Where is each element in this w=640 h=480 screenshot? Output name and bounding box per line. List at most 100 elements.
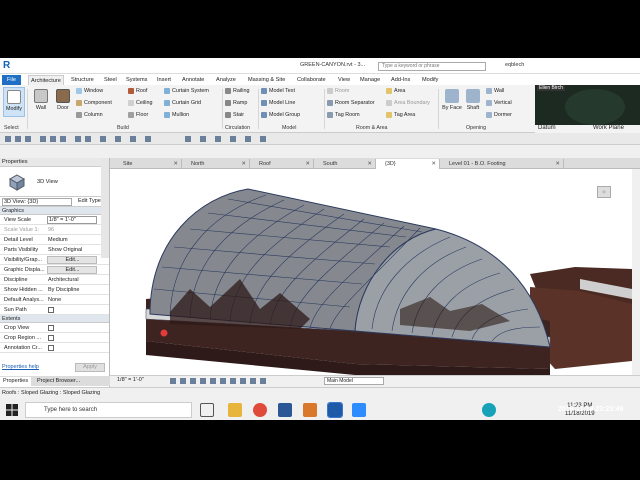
view-tab-site[interactable]: Site ✕ [114,159,182,169]
edit-type-button[interactable]: Edit Type [78,198,101,204]
viewcube-icon[interactable]: ◇ [597,186,611,198]
close-icon[interactable]: ✕ [241,159,246,169]
prop-key: Scale Value 1: [4,227,40,233]
view-tab-south[interactable]: South ✕ [314,159,376,169]
properties-scrollbar[interactable] [101,158,109,258]
area-button[interactable]: Area [386,88,405,94]
ceiling-label: Ceiling [136,100,153,106]
tab-properties[interactable]: Properties [0,377,32,386]
view-scale-field[interactable]: 1/8" = 1'-0" [47,216,97,224]
tab-architecture[interactable]: Architecture [28,75,64,85]
shaft-button[interactable]: Shaft [462,87,484,117]
show-hidden-field[interactable]: By Discipline [47,285,97,295]
tab-structure[interactable]: Structure [69,75,96,85]
vertical-button[interactable]: Vertical [486,100,512,106]
tag-area-button[interactable]: Tag Area [386,112,415,118]
crop-view-checkbox[interactable] [48,325,54,331]
model-text-button[interactable]: Model Text [261,88,295,94]
chrome-icon[interactable] [253,403,267,417]
ceiling-button[interactable]: Ceiling [128,100,152,106]
file-explorer-icon[interactable] [228,403,242,417]
tab-insert[interactable]: Insert [155,75,173,85]
close-icon[interactable]: ✕ [173,159,178,169]
user-name[interactable]: eqblech [505,62,524,68]
windows-start-icon[interactable] [6,404,18,416]
view-tab-level-01[interactable]: Level 01 - B.O. Footing ✕ [440,159,564,169]
crop-region-checkbox[interactable] [48,335,54,341]
close-icon[interactable]: ✕ [431,159,436,169]
component-button[interactable]: Component [76,100,112,106]
area-boundary-button[interactable]: Area Boundary [386,100,430,106]
visibility-edit-button[interactable]: Edit... [47,256,97,264]
view-tab-roof[interactable]: Roof ✕ [250,159,314,169]
taskbar-search-input[interactable]: Type here to search [25,402,192,418]
tab-steel[interactable]: Steel [102,75,119,85]
properties-help-link[interactable]: Properties help [2,364,39,370]
zoom-icon[interactable] [352,403,366,417]
tab-collaborate[interactable]: Collaborate [295,75,328,85]
system-tray-icon[interactable] [482,403,496,417]
tab-view[interactable]: View [336,75,352,85]
detail-level-field[interactable]: Medium [47,235,97,245]
model-selector[interactable]: Main Model [324,377,384,385]
view-control-icons[interactable] [170,377,320,385]
tab-annotate[interactable]: Annotate [180,75,206,85]
room-separator-button[interactable]: Room Separator [327,100,375,106]
window-icon [76,88,82,94]
close-icon[interactable]: ✕ [367,159,372,169]
tab-massing-site[interactable]: Massing & Site [246,75,287,85]
apply-button[interactable]: Apply [75,363,105,372]
ramp-button[interactable]: Ramp [225,100,247,106]
tag-room-button[interactable]: Tag Room [327,112,360,118]
railing-button[interactable]: Railing [225,88,249,94]
type-selector[interactable]: 3D View ▾ [0,167,109,197]
curtain-system-button[interactable]: Curtain System [164,88,209,94]
wall-button[interactable]: Wall [30,87,52,117]
tab-systems[interactable]: Systems [124,75,149,85]
default-analysis-field[interactable]: None [47,295,97,305]
parts-visibility-field[interactable]: Show Original [47,245,97,255]
tab-add-ins[interactable]: Add-Ins [389,75,412,85]
tab-manage[interactable]: Manage [358,75,382,85]
room-button[interactable]: Room [327,88,349,94]
curtain-grid-button[interactable]: Curtain Grid [164,100,201,106]
tab-file[interactable]: File [2,75,22,85]
wall-opening-button[interactable]: Wall [486,88,504,94]
model-group-button[interactable]: Model Group [261,112,300,118]
panel-select[interactable]: Select [4,125,19,131]
mullion-button[interactable]: Mullion [164,112,189,118]
roof-button[interactable]: Roof [128,88,147,94]
sun-path-checkbox[interactable] [48,307,54,313]
modify-button[interactable]: Modify [3,87,25,117]
3d-viewport[interactable] [110,169,632,375]
section-extents[interactable]: Extents [0,315,109,323]
revit-taskbar-icon[interactable] [327,402,343,418]
section-graphics[interactable]: Graphics [0,207,109,215]
dormer-button[interactable]: Dormer [486,112,512,118]
model-line-button[interactable]: Model Line [261,100,295,106]
powerpoint-icon[interactable] [303,403,317,417]
word-icon[interactable] [278,403,292,417]
tab-analyze[interactable]: Analyze [214,75,238,85]
task-view-icon[interactable] [200,403,214,417]
annotation-crop-checkbox[interactable] [48,345,54,351]
view-tab-3d[interactable]: {3D} ✕ [376,159,440,169]
prop-key: Graphic Displa... [4,267,45,273]
tab-project-browser[interactable]: Project Browser... [34,377,83,386]
help-search-input[interactable]: Type a keyword or phrase [378,62,486,71]
window-button[interactable]: Window [76,88,103,94]
close-icon[interactable]: ✕ [305,159,310,169]
view-scale-indicator[interactable]: 1/8" = 1'-0" [117,377,144,383]
instance-select[interactable]: 3D View: {3D} [2,198,72,206]
stair-button[interactable]: Stair [225,112,244,118]
graphic-display-edit-button[interactable]: Edit... [47,266,97,274]
by-face-button[interactable]: By Face [441,87,463,117]
discipline-field[interactable]: Architectural [47,275,97,285]
column-button[interactable]: Column [76,112,103,118]
revit-logo-icon[interactable]: R [3,60,13,71]
door-button[interactable]: Door [52,87,74,117]
close-icon[interactable]: ✕ [555,159,560,169]
view-tab-north[interactable]: North ✕ [182,159,250,169]
tab-modify[interactable]: Modify [420,75,440,85]
floor-button[interactable]: Floor [128,112,148,118]
